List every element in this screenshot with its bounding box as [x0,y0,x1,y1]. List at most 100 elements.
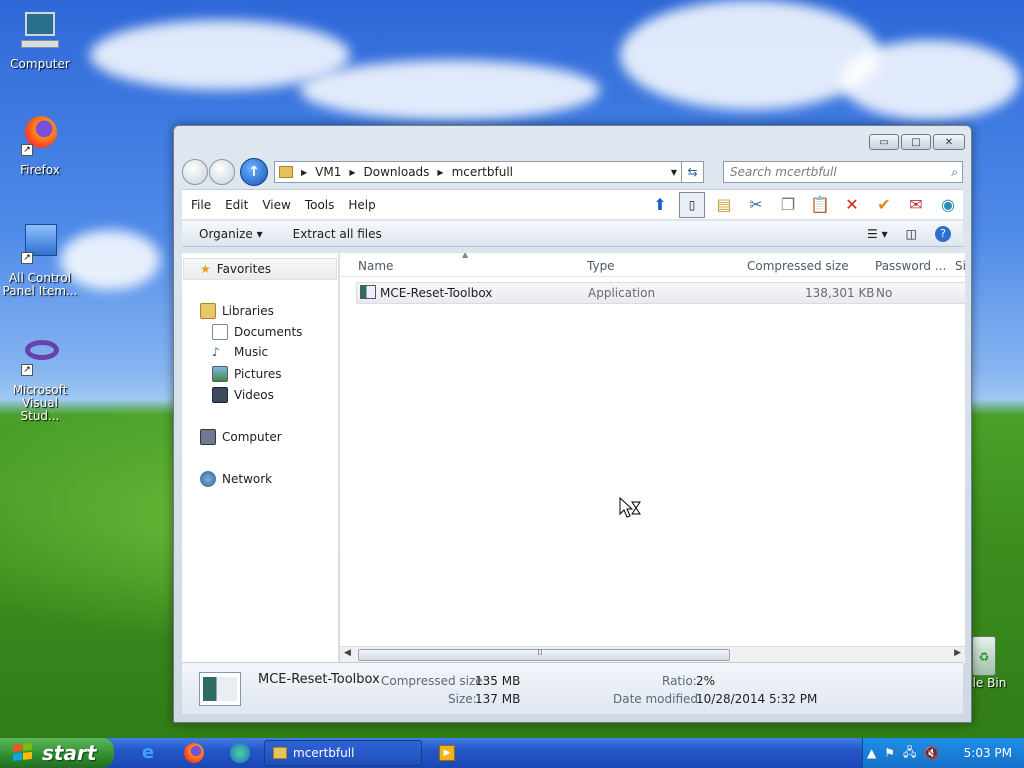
menu-help[interactable]: Help [348,198,375,212]
caption-buttons: ▭ □ ✕ [869,134,965,150]
paste-icon[interactable]: 📋 [807,192,833,218]
copy-icon[interactable]: ❐ [775,192,801,218]
desktop-icon-label: All Control Panel Item... [2,271,78,298]
scroll-right-icon[interactable]: ▶ [954,648,961,658]
refresh-icon: ⇆ [687,165,698,179]
computer-icon [17,8,63,54]
up-folder-button[interactable]: ↑ [240,158,268,186]
search-input[interactable]: Search mcertbfull ⌕ [723,161,963,183]
archive-folder-icon [273,747,287,759]
media-player-icon[interactable]: ▶ [439,745,455,761]
nav-libraries[interactable]: Libraries [200,303,274,319]
back-button[interactable] [182,159,208,185]
nav-videos[interactable]: Videos [212,387,274,403]
breadcrumb-vm1[interactable]: VM1 [315,165,341,179]
nav-label: Favorites [216,262,271,276]
command-bar: Organize ▾ Extract all files ☰ ▾ ◫ ? [182,221,963,247]
nav-label: Videos [234,388,274,402]
menu-file[interactable]: File [191,198,211,212]
network-icon [200,471,216,487]
nav-pictures[interactable]: Pictures [212,366,282,382]
column-name[interactable]: Name [358,259,393,273]
mail-icon[interactable]: ✉ [903,192,929,218]
scroll-left-icon[interactable]: ◀ [344,648,351,658]
details-pane: MCE-Reset-Toolbox Compressed size: 135 M… [182,662,963,714]
column-compressed-size[interactable]: Compressed size [747,259,849,273]
menu-edit[interactable]: Edit [225,198,248,212]
search-placeholder: Search mcertbfull [730,165,837,179]
scroll-thumb[interactable]: ⁞⁞ [358,648,730,661]
address-row: ↑ ▶ VM1 ▶ Downloads ▶ mcertbfull ▼ ⇆ Sea… [182,158,963,186]
network-tray-icon[interactable]: 🖧 [903,743,916,764]
nav-favorites[interactable]: ★ Favorites [183,258,337,280]
preview-pane-toggle-icon[interactable]: ◫ [906,227,917,241]
column-password[interactable]: Password ... [875,259,946,273]
firefox-icon[interactable] [184,743,204,763]
column-headers: Name ▲ Type Compressed size Password ...… [340,253,965,277]
refresh-button[interactable]: ⇆ [682,161,704,183]
volume-muted-icon[interactable]: 🔇 [924,746,939,760]
breadcrumb-downloads[interactable]: Downloads [364,165,430,179]
pictures-icon [212,366,228,382]
nav-label: Pictures [234,367,282,381]
tray-expand-icon[interactable]: ▲ [867,746,876,760]
column-type[interactable]: Type [587,259,615,273]
horizontal-scrollbar[interactable]: ◀ ⁞⁞ ▶ [340,646,965,663]
view-options-icon[interactable]: ☰ ▾ [867,227,888,241]
menu-bar: File Edit View Tools Help ⬆ ▯ ▤ ✂ ❐ 📋 ✕ … [182,189,963,219]
action-center-flag-icon[interactable]: ⚑ [884,746,895,760]
desktop-icon-recycle-bin[interactable]: ♻ cle Bin [966,636,1024,690]
menu-view[interactable]: View [262,198,290,212]
internet-explorer-icon[interactable]: e [138,743,158,763]
chevron-right-icon[interactable]: ▶ [301,168,307,177]
up-arrow-icon: ↑ [248,164,260,180]
clock[interactable]: 5:03 PM [964,746,1012,760]
close-button[interactable]: ✕ [933,134,965,150]
nav-documents[interactable]: Documents [212,324,302,340]
column-size[interactable]: Si [955,259,965,273]
file-row[interactable]: MCE-Reset-Toolbox Application 138,301 KB… [356,282,965,304]
delete-icon[interactable]: ✕ [839,192,865,218]
details-file-name: MCE-Reset-Toolbox [258,672,380,687]
folder-view-icon[interactable]: ▤ [711,192,737,218]
nav-music[interactable]: ♪ Music [212,345,268,359]
windows-flag-icon [12,742,34,763]
start-button[interactable]: start [0,738,114,768]
minimize-button[interactable]: ▭ [869,134,899,150]
browser-icon[interactable] [230,743,250,763]
start-label: start [42,741,97,765]
chevron-right-icon[interactable]: ▶ [437,168,443,177]
details-compressed-value: 135 MB [475,674,521,688]
check-icon[interactable]: ✔ [871,192,897,218]
desktop-icon-label: Computer [10,57,70,71]
desktop-icon-visual-studio[interactable]: ↗ Microsoft Visual Stud... [2,334,78,423]
star-icon: ★ [200,262,211,276]
up-icon[interactable]: ⬆ [647,192,673,218]
desktop-icon-firefox[interactable]: ↗ Firefox [2,114,78,177]
details-size-label: Size: [448,692,477,706]
forward-button[interactable] [209,159,235,185]
nav-label: Music [234,345,269,359]
control-panel-icon: ↗ [17,222,63,268]
organize-button[interactable]: Organize ▾ [199,227,263,241]
taskbar-item-mcertbfull[interactable]: mcertbfull [264,740,422,766]
nav-network[interactable]: Network [200,471,272,487]
address-bar[interactable]: ▶ VM1 ▶ Downloads ▶ mcertbfull ▼ [274,161,682,183]
maximize-button[interactable]: □ [901,134,931,150]
organize-label: Organize [199,226,253,241]
extract-all-button[interactable]: Extract all files [293,227,382,241]
menu-tools[interactable]: Tools [305,198,335,212]
help-icon[interactable]: ? [935,225,951,242]
chevron-right-icon[interactable]: ▶ [349,168,355,177]
desktop-icon-computer[interactable]: Computer [2,8,78,71]
file-password: No [876,286,893,300]
breadcrumb-mcertbfull[interactable]: mcertbfull [452,165,513,179]
nav-label: Documents [234,325,303,339]
preview-pane-icon[interactable]: ▯ [679,191,705,218]
search-icon[interactable]: ⌕ [951,165,958,180]
cut-icon[interactable]: ✂ [743,192,769,218]
chevron-down-icon[interactable]: ▼ [667,168,681,177]
globe-icon[interactable]: ◉ [935,192,961,218]
desktop-icon-control-panel[interactable]: ↗ All Control Panel Item... [2,222,78,298]
nav-computer[interactable]: Computer [200,429,282,445]
